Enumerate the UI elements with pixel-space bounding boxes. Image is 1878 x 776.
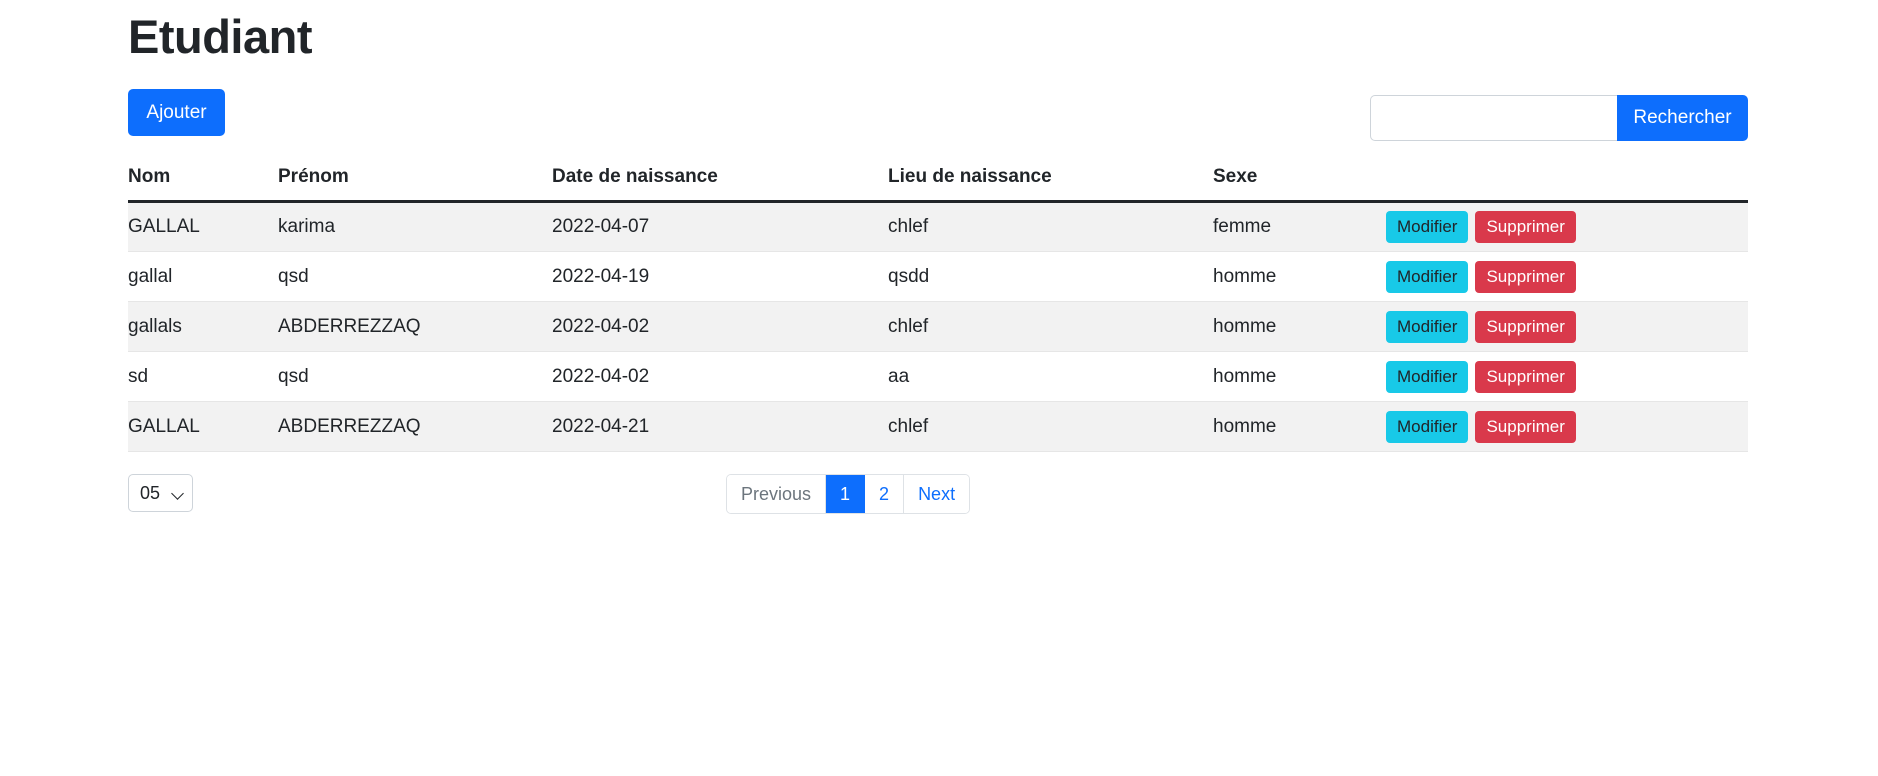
toolbar: Ajouter Rechercher xyxy=(128,89,1748,151)
column-header-date-de-naissance: Date de naissance xyxy=(552,166,888,204)
page-root: Etudiant Ajouter Rechercher Nom Prénom D… xyxy=(0,0,1878,776)
table-body: GALLAL karima 2022-04-07 chlef femme Mod… xyxy=(128,201,1748,453)
column-header-nom: Nom xyxy=(128,166,278,204)
cell-prenom: karima xyxy=(278,201,552,253)
cell-actions: Modifier Supprimer xyxy=(1363,251,1748,303)
table-row: GALLAL karima 2022-04-07 chlef femme Mod… xyxy=(128,201,1748,253)
cell-lieu-naissance: chlef xyxy=(888,301,1213,353)
cell-sexe: homme xyxy=(1213,401,1363,453)
delete-button[interactable]: Supprimer xyxy=(1475,360,1576,393)
cell-prenom: qsd xyxy=(278,351,552,403)
cell-nom: gallal xyxy=(128,251,278,303)
cell-lieu-naissance: chlef xyxy=(888,201,1213,253)
cell-sexe: homme xyxy=(1213,301,1363,353)
cell-actions: Modifier Supprimer xyxy=(1363,301,1748,353)
pagination: Previous 1 2 Next xyxy=(726,474,971,515)
table-head: Nom Prénom Date de naissance Lieu de nai… xyxy=(128,166,1748,204)
cell-date-naissance: 2022-04-21 xyxy=(552,401,888,453)
search-button[interactable]: Rechercher xyxy=(1617,95,1748,142)
search-group: Rechercher xyxy=(1370,95,1748,142)
delete-button[interactable]: Supprimer xyxy=(1475,410,1576,443)
cell-lieu-naissance: qsdd xyxy=(888,251,1213,303)
cell-lieu-naissance: chlef xyxy=(888,401,1213,453)
page-size-select[interactable]: 05 xyxy=(128,474,193,513)
chevron-down-icon xyxy=(173,488,184,499)
cell-lieu-naissance: aa xyxy=(888,351,1213,403)
table-row: GALLAL ABDERREZZAQ 2022-04-21 chlef homm… xyxy=(128,401,1748,453)
pagination-page-2[interactable]: 2 xyxy=(865,475,905,514)
action-buttons: Modifier Supprimer xyxy=(1363,260,1748,293)
edit-button[interactable]: Modifier xyxy=(1386,260,1469,293)
pagination-previous[interactable]: Previous xyxy=(727,475,827,514)
table-row: sd qsd 2022-04-02 aa homme Modifier Supp… xyxy=(128,351,1748,403)
column-header-prenom: Prénom xyxy=(278,166,552,204)
cell-nom: GALLAL xyxy=(128,401,278,453)
delete-button[interactable]: Supprimer xyxy=(1475,310,1576,343)
cell-sexe: homme xyxy=(1213,351,1363,403)
delete-button[interactable]: Supprimer xyxy=(1475,260,1576,293)
column-header-lieu-de-naissance: Lieu de naissance xyxy=(888,166,1213,204)
page-title: Etudiant xyxy=(128,10,312,63)
cell-date-naissance: 2022-04-19 xyxy=(552,251,888,303)
table-row: gallals ABDERREZZAQ 2022-04-02 chlef hom… xyxy=(128,301,1748,353)
add-button[interactable]: Ajouter xyxy=(128,89,225,137)
cell-nom: GALLAL xyxy=(128,201,278,253)
action-buttons: Modifier Supprimer xyxy=(1363,360,1748,393)
cell-date-naissance: 2022-04-02 xyxy=(552,301,888,353)
search-input[interactable] xyxy=(1370,95,1617,142)
edit-button[interactable]: Modifier xyxy=(1386,360,1469,393)
table-row: gallal qsd 2022-04-19 qsdd homme Modifie… xyxy=(128,251,1748,303)
cell-actions: Modifier Supprimer xyxy=(1363,201,1748,253)
edit-button[interactable]: Modifier xyxy=(1386,310,1469,343)
action-buttons: Modifier Supprimer xyxy=(1363,310,1748,343)
cell-nom: sd xyxy=(128,351,278,403)
cell-nom: gallals xyxy=(128,301,278,353)
students-table-wrapper: Nom Prénom Date de naissance Lieu de nai… xyxy=(128,166,1748,453)
edit-button[interactable]: Modifier xyxy=(1386,410,1469,443)
cell-sexe: femme xyxy=(1213,201,1363,253)
edit-button[interactable]: Modifier xyxy=(1386,211,1469,244)
column-header-actions xyxy=(1363,166,1748,204)
cell-prenom: qsd xyxy=(278,251,552,303)
table-header-row: Nom Prénom Date de naissance Lieu de nai… xyxy=(128,166,1748,204)
cell-actions: Modifier Supprimer xyxy=(1363,401,1748,453)
cell-prenom: ABDERREZZAQ xyxy=(278,301,552,353)
cell-date-naissance: 2022-04-07 xyxy=(552,201,888,253)
cell-sexe: homme xyxy=(1213,251,1363,303)
column-header-sexe: Sexe xyxy=(1213,166,1363,204)
content-container: Etudiant Ajouter Rechercher Nom Prénom D… xyxy=(128,0,1748,524)
students-table: Nom Prénom Date de naissance Lieu de nai… xyxy=(128,166,1748,453)
cell-prenom: ABDERREZZAQ xyxy=(278,401,552,453)
cell-date-naissance: 2022-04-02 xyxy=(552,351,888,403)
delete-button[interactable]: Supprimer xyxy=(1475,211,1576,244)
cell-actions: Modifier Supprimer xyxy=(1363,351,1748,403)
pagination-next[interactable]: Next xyxy=(904,475,970,514)
table-footer: 05 Previous 1 2 Next xyxy=(128,474,1748,524)
pagination-page-1[interactable]: 1 xyxy=(826,475,866,514)
action-buttons: Modifier Supprimer xyxy=(1363,211,1748,244)
page-size-value: 05 xyxy=(140,482,161,503)
action-buttons: Modifier Supprimer xyxy=(1363,410,1748,443)
